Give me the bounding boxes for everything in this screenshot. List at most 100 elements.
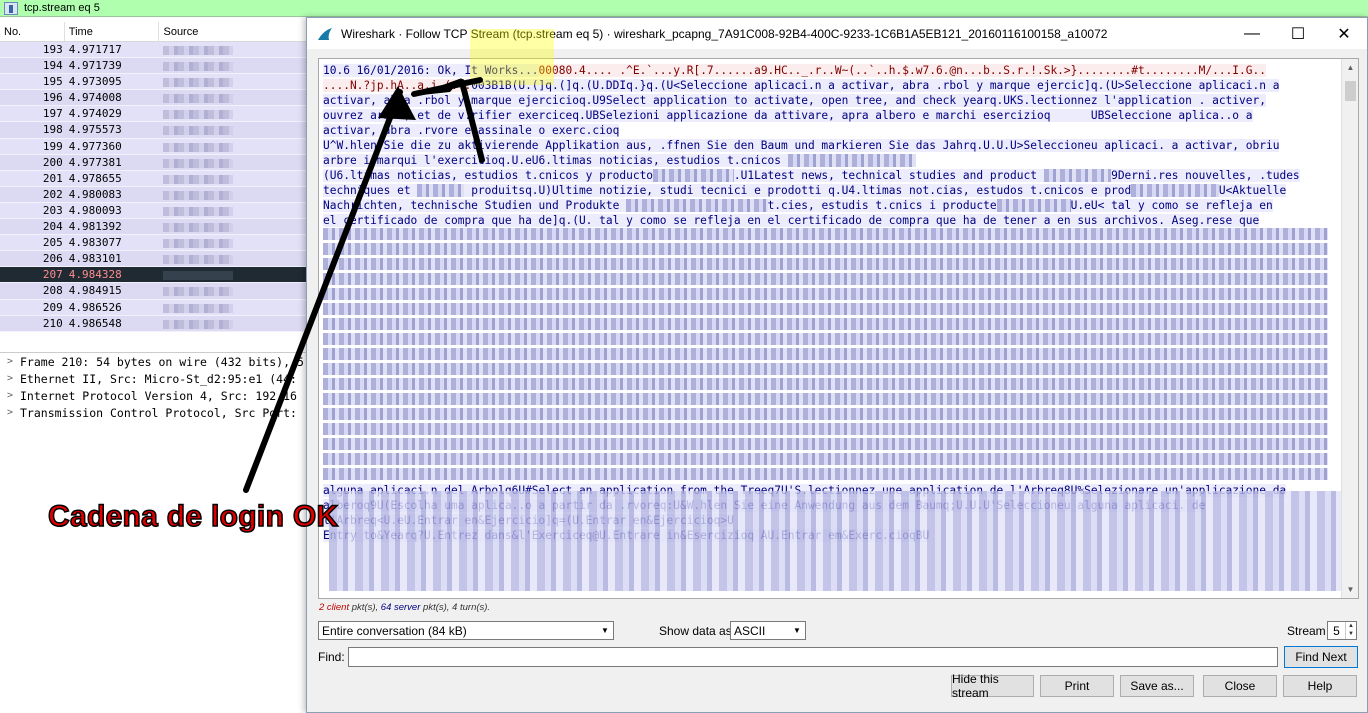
stream-line [323,243,1337,258]
packet-row[interactable]: 196 4.974008 [0,90,307,107]
packet-no: 195 [42,75,63,89]
stream-content-area[interactable]: 10.6 16/01/2016: Ok, It Works...00080.4.… [318,58,1359,599]
packet-row[interactable]: 199 4.977360 [0,138,307,155]
packet-time: 4.977381 [68,155,122,169]
packet-row[interactable]: 197 4.974029 [0,106,307,123]
minimize-button[interactable]: — [1229,18,1275,49]
packet-time: 4.974008 [68,91,122,105]
redacted-text [323,288,1328,300]
packet-row[interactable]: 208 4.984915 [0,283,307,300]
packet-row[interactable]: 203 4.980093 [0,202,307,220]
detail-tree-item[interactable]: > Transmission Control Protocol, Src Port… [0,404,308,421]
packet-no: 204 [42,220,63,234]
packet-no: 202 [42,187,63,201]
redacted-text [323,408,1328,420]
conversation-select[interactable]: Entire conversation (84 kB) ▼ [318,621,614,640]
stream-line: Nachrichten, technische Studien und Prod… [323,198,1337,213]
expand-arrow-icon[interactable]: > [0,390,20,401]
server-count: 64 server [380,602,421,613]
expand-arrow-icon[interactable]: > [0,356,20,367]
packet-row[interactable]: 202 4.980083 [0,186,307,203]
expand-arrow-icon[interactable]: > [0,407,20,418]
packet-row[interactable]: 194 4.971739 [0,58,307,75]
redacted-text [323,393,1328,405]
packet-row[interactable]: 206 4.983101 [0,251,307,268]
expand-arrow-icon[interactable]: > [0,373,20,384]
packet-source-redacted [159,316,307,331]
column-header-no[interactable]: No. [0,22,65,41]
packet-no: 196 [42,91,63,105]
stream-line: ouvrez arbre, et de v.rifier exerciceq.U… [323,108,1337,123]
close-button[interactable]: Close [1203,675,1277,697]
display-filter-bar[interactable]: tcp.stream eq 5 [0,0,1368,17]
detail-tree-item[interactable]: > Frame 210: 54 bytes on wire (432 bits),… [0,353,308,370]
redacted-text [323,468,1328,480]
server-data: arbre i marqui l'exercicioq.U.eU6.ltimas… [323,154,788,167]
close-window-button[interactable]: ✕ [1321,18,1367,49]
find-next-button[interactable]: Find Next [1284,646,1358,668]
stream-line [323,408,1337,423]
packet-source-redacted [159,139,307,154]
packet-no: 199 [42,139,63,153]
server-data: U.eU< tal y como se refleja en [1070,199,1273,212]
redacted-text [323,363,1328,375]
packet-row[interactable]: 210 4.986548 [0,315,307,332]
stream-line [323,348,1337,363]
packet-row[interactable]: 204 4.981392 [0,219,307,236]
follow-tcp-stream-dialog: Wireshark · Follow TCP Stream (tcp.strea… [306,17,1368,713]
detail-rows: > Frame 210: 54 bytes on wire (432 bits),… [0,353,308,421]
save-as-button[interactable]: Save as... [1120,675,1194,697]
show-data-select[interactable]: ASCII ▼ [730,621,806,640]
stream-number-spinbox[interactable]: 5 ▲ ▼ [1327,621,1357,640]
packet-no: 200 [42,155,63,169]
hide-stream-button[interactable]: Hide this stream [951,672,1034,700]
print-button[interactable]: Print [1040,675,1114,697]
stream-line [323,393,1337,408]
packet-time: 4.983077 [68,236,122,250]
stream-line [323,453,1337,468]
detail-tree-item[interactable]: > Ethernet II, Src: Micro-St_d2:95:e1 (44… [0,370,308,387]
stream-scrollbar[interactable]: ▲ ▼ [1341,59,1358,598]
packet-row[interactable]: 205 4.983077 [0,235,307,252]
spin-arrows-icon[interactable]: ▲ ▼ [1345,622,1356,639]
dialog-titlebar[interactable]: Wireshark · Follow TCP Stream (tcp.strea… [307,18,1367,49]
packet-row[interactable]: 193 4.971717 [0,42,307,59]
server-data: 9Derni.res nouvelles, .tudes [1111,169,1300,182]
column-header-time[interactable]: Time [65,22,160,41]
packet-row[interactable]: 201 4.978655 [0,170,307,187]
scroll-down-icon[interactable]: ▼ [1342,581,1358,598]
packet-source-redacted [159,90,307,105]
stream-line [323,333,1337,348]
detail-tree-item[interactable]: > Internet Protocol Version 4, Src: 192.1… [0,387,308,404]
redacted-text: xxxxxxxxxxxxx [1131,184,1219,197]
detail-text: Frame 210: 54 bytes on wire (432 bits), … [20,354,304,369]
help-button[interactable]: Help [1283,675,1357,697]
packet-row[interactable]: 198 4.975573 [0,122,307,139]
redacted-text: xxxxxxxxxxxxxxxxxxxxx [626,199,768,212]
packet-list[interactable]: No. Time Source 193 4.971717 194 4.971739 19… [0,22,308,348]
scroll-thumb[interactable] [1345,81,1356,101]
packet-no: 210 [42,316,63,330]
packet-row[interactable]: 207 4.984328 [0,267,307,284]
packet-no: 201 [42,171,63,185]
packet-time: 4.975573 [68,123,122,137]
packet-row[interactable]: 195 4.973095 [0,74,307,91]
client-tail: pkt(s), [349,602,381,613]
show-data-select-value: ASCII [734,623,766,638]
client-data: ....N.?jp.hA..a.i.(... [323,79,472,92]
redacted-text [323,453,1328,465]
packet-row[interactable]: 200 4.977381 [0,154,307,171]
redacted-text [323,258,1328,270]
client-count: 2 client [319,602,350,613]
maximize-button[interactable]: ☐ [1275,18,1321,49]
packet-row[interactable]: 209 4.986526 [0,299,307,316]
scroll-up-icon[interactable]: ▲ [1342,59,1358,76]
column-header-source[interactable]: Source [159,22,307,41]
bookmark-icon[interactable] [4,1,18,15]
packet-time: 4.984915 [68,284,122,298]
display-filter-text: tcp.stream eq 5 [24,2,100,14]
packet-summary: 2 client pkt(s), 64 server pkt(s), 4 tur… [319,602,490,613]
server-data: el certificado de compra que ha de]q.(U.… [323,214,1260,227]
packet-time: 4.977360 [68,139,122,153]
find-input[interactable] [348,647,1278,667]
